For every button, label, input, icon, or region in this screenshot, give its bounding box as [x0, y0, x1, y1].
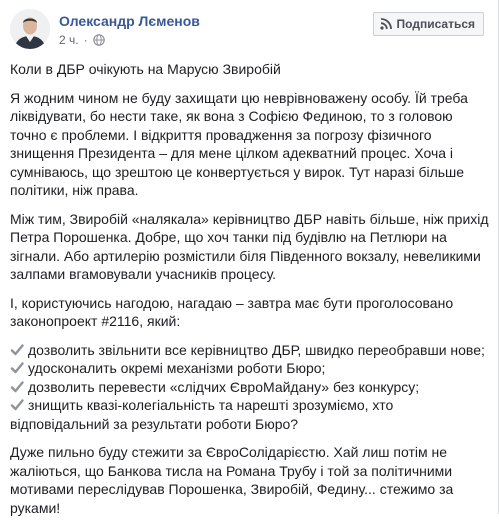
list-item: дозволить звільнити все керівництво ДБР,… [10, 341, 490, 360]
paragraph-2: Між тим, Звиробій «налякала» керівництво… [10, 210, 489, 283]
post-header: Олександр Лєменов 2 ч. · Подписаться [0, 0, 498, 58]
avatar-photo [10, 9, 50, 49]
rss-icon [379, 18, 392, 30]
list-item-text: знищить квазі-колегіальність та нарешті … [10, 397, 394, 432]
list-item: знищить квазі-колегіальність та нарешті … [10, 396, 490, 433]
list-item-text: дозволить звільнити все керівництво ДБР,… [28, 341, 485, 358]
subscribe-label: Подписаться [396, 17, 475, 31]
facebook-post: Олександр Лєменов 2 ч. · Подписаться Кол… [0, 0, 499, 516]
post-meta: 2 ч. · [59, 33, 105, 47]
subscribe-button[interactable]: Подписаться [372, 12, 484, 36]
post-body: Коли в ДБР очікують на Марусю Звиробій Я… [10, 60, 490, 527]
bill-features-list: дозволить звільнити все керівництво ДБР,… [10, 341, 490, 434]
post-time[interactable]: 2 ч. [59, 33, 79, 47]
post-title: Коли в ДБР очікують на Марусю Звиробій [10, 61, 281, 77]
globe-icon [92, 34, 105, 46]
list-item-text: удосконалить окремі механізми роботи Бюр… [28, 360, 326, 376]
list-item: удосконалить окремі механізми роботи Бюр… [10, 359, 490, 378]
meta-separator: · [83, 33, 88, 47]
check-mark-icon [10, 380, 24, 392]
closing-paragraph: Дуже пильно буду стежити за ЄвроСолідарі… [10, 444, 454, 516]
paragraph-3: І, користуючись нагодою, нагадаю – завтр… [10, 294, 454, 330]
paragraph-1: Я жодним чином не буду захищати цю неврі… [10, 89, 468, 199]
author-name[interactable]: Олександр Лєменов [59, 13, 200, 29]
check-mark-icon [10, 362, 24, 374]
check-mark-icon [10, 399, 24, 411]
list-item-text: дозволить перевести «слідчих ЄвроМайдану… [28, 378, 420, 395]
check-mark-icon [10, 343, 24, 355]
list-item: дозволить перевести «слідчих ЄвроМайдану… [10, 378, 490, 397]
avatar[interactable] [10, 9, 50, 49]
